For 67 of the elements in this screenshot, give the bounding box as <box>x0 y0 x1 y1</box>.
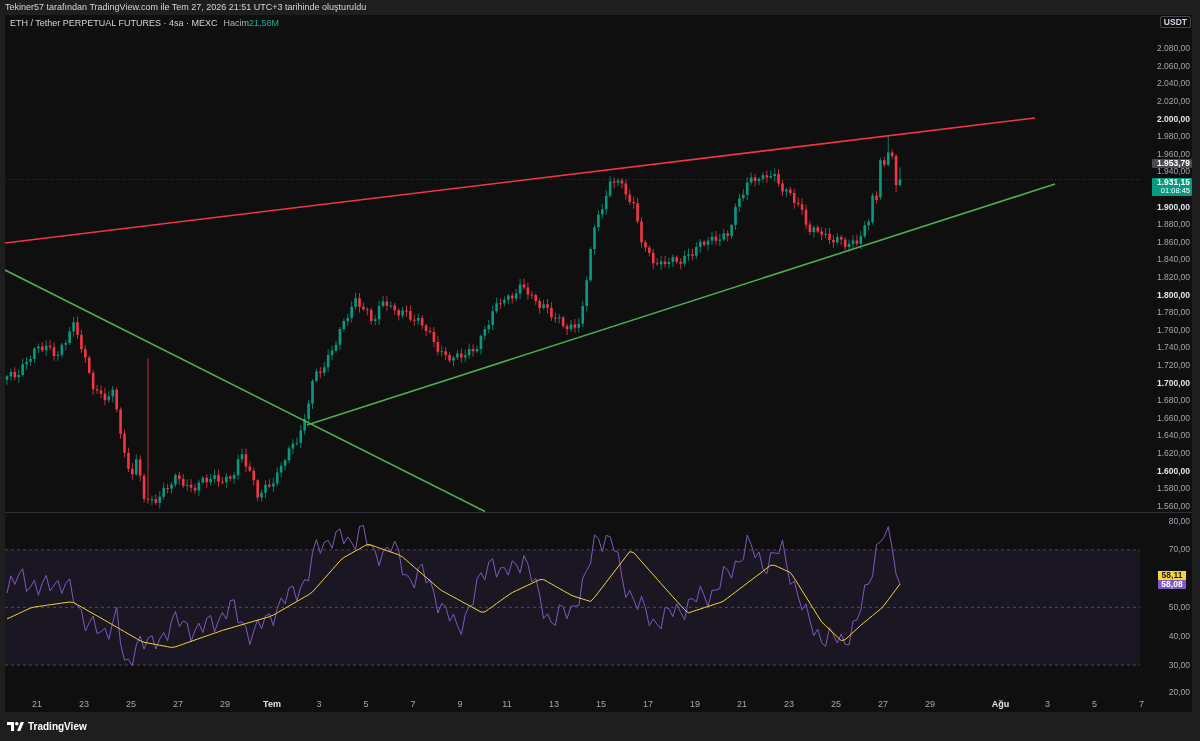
price-tick-label: 2.000,00 <box>1156 114 1190 124</box>
date-label: 7 <box>410 699 416 710</box>
date-label: 3 <box>316 699 322 710</box>
rsi-tick-label: 50,00 <box>1168 602 1190 612</box>
price-tick-label: 1.800,00 <box>1156 290 1190 300</box>
price-tick-label: 1.940,00 <box>1156 167 1190 177</box>
date-label: 27 <box>878 699 888 710</box>
price-tick-label: 1.760,00 <box>1156 325 1190 335</box>
price-tick-label: 1.680,00 <box>1156 396 1190 406</box>
price-tick-label: 1.720,00 <box>1156 360 1190 370</box>
price-tick-label: 1.560,00 <box>1156 501 1190 511</box>
price-tick-label: 1.860,00 <box>1156 237 1190 247</box>
rsi-tick-label: 40,00 <box>1168 631 1190 641</box>
date-label: 29 <box>925 699 935 710</box>
price-tick-label: 1.580,00 <box>1156 484 1190 494</box>
date-label: 15 <box>596 699 606 710</box>
date-label: Ağu <box>991 699 1010 710</box>
date-label: 21 <box>737 699 747 710</box>
currency-label: USDT <box>1159 16 1191 28</box>
date-label: 7 <box>1139 699 1144 710</box>
price-tick-label: 1.980,00 <box>1156 132 1190 142</box>
rsi-tick-label: 20,00 <box>1168 688 1190 697</box>
date-label: 23 <box>784 699 794 710</box>
date-label: 5 <box>1092 699 1097 710</box>
date-label: 13 <box>549 699 559 710</box>
price-tick-label: 1.840,00 <box>1156 255 1190 265</box>
last-price-text: 1.931,15 <box>1156 177 1190 187</box>
rsi-value-tag: 58,11 <box>1158 570 1186 580</box>
date-label: 5 <box>363 699 369 710</box>
price-tick-label: 1.820,00 <box>1156 272 1190 282</box>
rsi-tick-label: 80,00 <box>1168 516 1190 526</box>
price-tick-label: 1.660,00 <box>1156 413 1190 423</box>
symbol-title: ETH / Tether PERPETUAL FUTURES · 4sa · MEXC <box>10 18 218 29</box>
price-tick-label: 2.020,00 <box>1156 96 1190 106</box>
price-tick-label: 1.620,00 <box>1156 448 1190 458</box>
date-label: 25 <box>126 699 136 710</box>
price-tick-label: 1.600,00 <box>1156 466 1190 476</box>
caption-text: Tekiner57 tarafından TradingView.com ile Tem 27, 2026 21:51 UTC+3 tarihinde oluşturuldu <box>5 2 367 13</box>
price-tick-label: 1.960,00 <box>1156 149 1190 159</box>
price-tick-label: 1.900,00 <box>1156 202 1190 212</box>
price-tick-label: 1.640,00 <box>1156 431 1190 441</box>
price-tick-label: 1.700,00 <box>1156 378 1190 388</box>
volume-label: Hacim <box>223 18 250 29</box>
date-label: 29 <box>220 699 230 710</box>
price-tick-label: 2.040,00 <box>1156 79 1190 89</box>
date-label: 25 <box>831 699 841 710</box>
price-tick-label: 1.740,00 <box>1156 343 1190 353</box>
date-label: 23 <box>79 699 89 710</box>
rsi-value-tag: 58,08 <box>1158 579 1186 589</box>
price-tag: 1.953,79 <box>1152 158 1192 168</box>
date-label: 19 <box>690 699 700 710</box>
logo-text: TradingView <box>28 720 87 733</box>
price-tick-label: 1.880,00 <box>1156 220 1190 230</box>
date-label: 9 <box>457 699 463 710</box>
price-tick-label: 2.080,00 <box>1156 44 1190 54</box>
date-label: 27 <box>173 699 183 710</box>
rsi-tick-label: 30,00 <box>1168 660 1190 670</box>
rsi-tick-label: 70,00 <box>1168 545 1190 555</box>
date-label: 17 <box>643 699 653 710</box>
logo-icon <box>7 722 24 731</box>
volume-value: 21,58M <box>249 18 280 29</box>
price-tick-label: 1.780,00 <box>1156 308 1190 318</box>
date-label: Tem <box>263 699 281 710</box>
price-tick-label: 2.060,00 <box>1156 61 1190 71</box>
date-label: 3 <box>1045 699 1050 710</box>
date-label: 11 <box>502 699 512 710</box>
date-label: 21 <box>32 699 42 710</box>
